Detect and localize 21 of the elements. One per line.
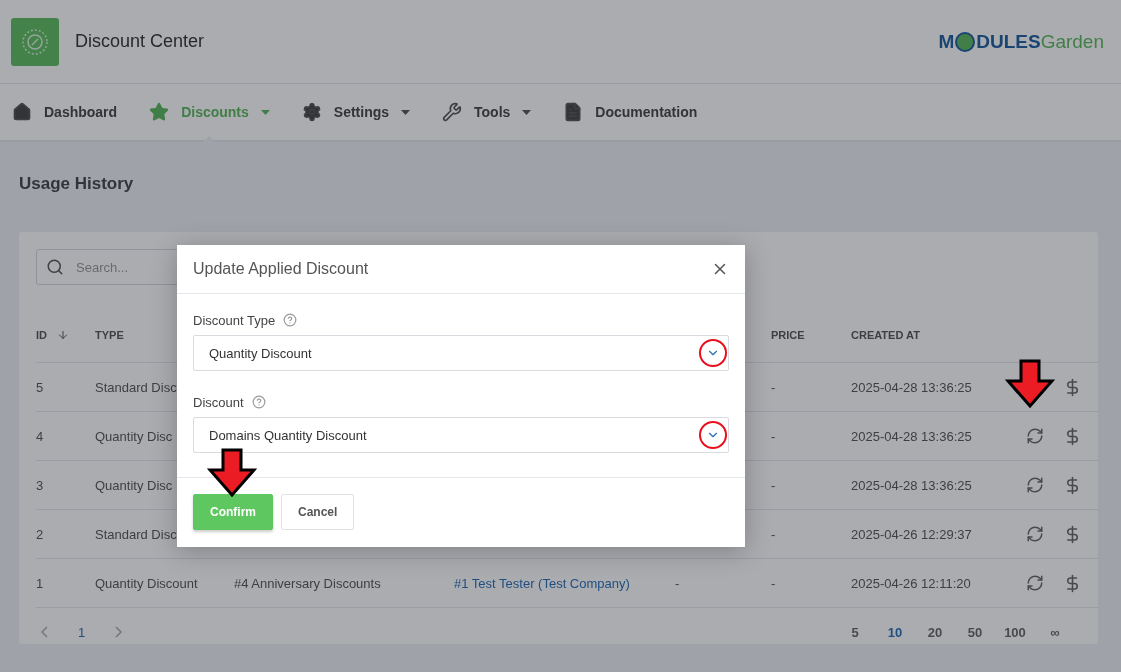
table-cell: Quantity Discount bbox=[95, 559, 234, 608]
table-cell: - bbox=[771, 510, 851, 559]
modal-title: Update Applied Discount bbox=[193, 260, 370, 278]
table-cell: 2025-04-26 12:11:20 bbox=[851, 559, 1011, 608]
page-title: Usage History bbox=[19, 174, 135, 194]
table-cell: 1 bbox=[36, 559, 95, 608]
table-cell: 2025-04-26 12:29:37 bbox=[851, 510, 1011, 559]
table-cell: 2025-04-28 13:36:25 bbox=[851, 412, 1011, 461]
brand-logo: M DULESGarden bbox=[938, 30, 1104, 53]
table-cell: - bbox=[771, 559, 851, 608]
table-cell: 2025-04-28 13:36:25 bbox=[851, 461, 1011, 510]
table-cell: - bbox=[771, 412, 851, 461]
table-cell: - bbox=[771, 461, 851, 510]
table-cell: 2 bbox=[36, 510, 95, 559]
table-cell: 3 bbox=[36, 461, 95, 510]
app-title: Discount Center bbox=[75, 31, 206, 52]
table-cell: - bbox=[675, 559, 771, 608]
table-cell: - bbox=[771, 363, 851, 412]
table-cell: 5 bbox=[36, 363, 95, 412]
table-cell: 4 bbox=[36, 412, 95, 461]
table-cell: #4 Anniversary Discounts bbox=[234, 559, 454, 608]
